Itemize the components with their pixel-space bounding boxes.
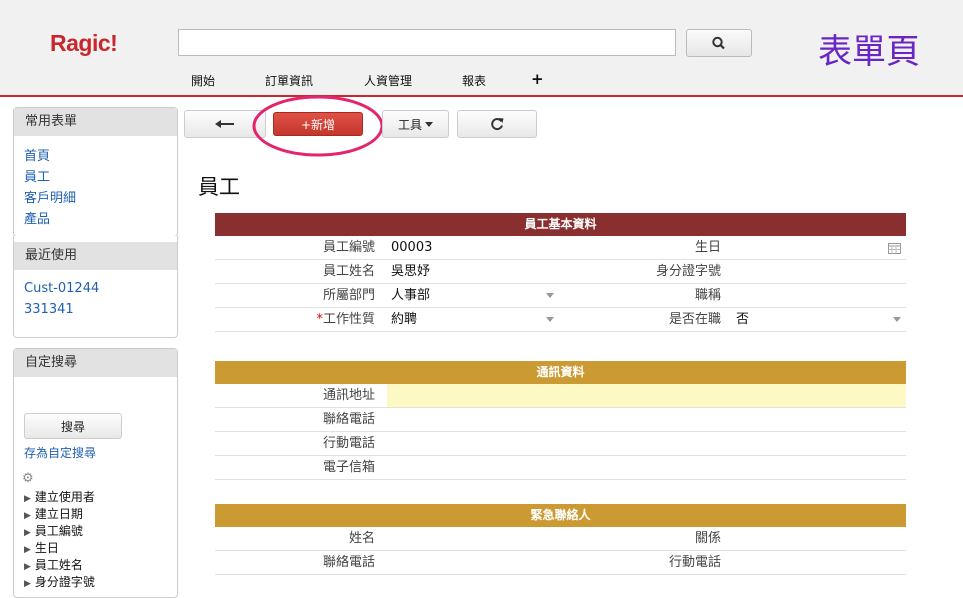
form-row: 電子信箱 (215, 456, 906, 480)
field-department-select[interactable]: 人事部 (391, 284, 561, 308)
nav-tab-orders[interactable]: 訂單資訊 (265, 72, 313, 89)
sidebar-search-button[interactable]: 搜尋 (24, 413, 122, 439)
field-emergency-mobile-input[interactable] (733, 551, 906, 574)
field-relationship-input[interactable] (733, 527, 906, 550)
recent-link-cust[interactable]: Cust-01244 (24, 281, 99, 296)
field-birthday[interactable] (733, 236, 906, 260)
recent-title: 最近使用 (14, 242, 177, 270)
field-label-relationship: 關係 (694, 531, 721, 546)
field-label-department: 所屬部門 (322, 288, 375, 303)
form-row: *工作性質 約聘 是否在職 否 (215, 308, 906, 332)
search-field-item[interactable]: ▶ 員工編號 (24, 522, 83, 539)
search-field-item[interactable]: ▶ 員工姓名 (24, 556, 83, 573)
form-row: 聯絡電話 (215, 408, 906, 432)
field-employed-select[interactable]: 否 (736, 308, 906, 332)
form-title: 員工 (198, 175, 240, 199)
nav-tab-start[interactable]: 開始 (191, 72, 215, 89)
field-label-employee-id: 員工編號 (322, 240, 375, 255)
field-emergency-name-input[interactable] (387, 527, 557, 550)
nav-add-tab-button[interactable]: + (531, 70, 544, 88)
field-label-birthday: 生日 (694, 240, 721, 255)
form-row: 員工編號 00003 生日 (215, 236, 906, 260)
search-field-item[interactable]: ▶ 生日 (24, 539, 59, 556)
field-employee-id[interactable]: 00003 (391, 236, 561, 260)
field-label-email: 電子信箱 (322, 460, 375, 475)
form-row: 所屬部門 人事部 職稱 (215, 284, 906, 308)
page-annotation-label: 表單頁 (818, 32, 920, 72)
search-button[interactable] (686, 29, 752, 57)
field-id-number[interactable] (733, 260, 906, 284)
chevron-down-icon[interactable] (546, 293, 554, 298)
chevron-down-icon[interactable] (893, 317, 901, 322)
section-header-emergency: 緊急聯絡人 (215, 504, 906, 527)
field-emergency-phone-input[interactable] (387, 551, 557, 574)
nav-tab-hr[interactable]: 人資管理 (364, 72, 412, 89)
sidebar-link-employee[interactable]: 員工 (24, 166, 50, 185)
triangle-right-icon: ▶ (24, 579, 31, 589)
field-job-title[interactable] (733, 284, 906, 308)
custom-search-title: 自定搜尋 (14, 349, 177, 377)
field-address-input[interactable] (387, 384, 906, 407)
caret-down-icon (425, 121, 433, 127)
highlight-ellipse (252, 95, 384, 157)
search-field-item[interactable]: ▶ 建立使用者 (24, 488, 95, 505)
search-field-item[interactable]: ▶ 建立日期 (24, 505, 83, 522)
field-label-employed: 是否在職 (668, 312, 721, 327)
triangle-right-icon: ▶ (24, 528, 31, 538)
ragic-logo[interactable]: Ragic! (50, 30, 118, 57)
field-employee-name[interactable]: 吳思妤 (391, 260, 561, 284)
nav-tab-reports[interactable]: 報表 (462, 72, 486, 89)
triangle-right-icon: ▶ (24, 511, 31, 521)
triangle-right-icon: ▶ (24, 494, 31, 504)
field-work-type-select[interactable]: 約聘 (391, 308, 561, 332)
field-mobile-input[interactable] (387, 432, 906, 455)
search-field-item[interactable]: ▶ 身分證字號 (24, 573, 95, 590)
refresh-button[interactable] (457, 110, 537, 138)
field-label-employee-name: 員工姓名 (322, 264, 375, 279)
field-label-job-title: 職稱 (694, 288, 721, 303)
triangle-right-icon: ▶ (24, 562, 31, 572)
refresh-icon (491, 118, 504, 130)
field-phone-input[interactable] (387, 408, 906, 431)
field-label-id-number: 身分證字號 (655, 264, 721, 279)
common-forms-title: 常用表單 (14, 108, 177, 136)
tools-label: 工具 (397, 117, 422, 132)
form-row: 通訊地址 (215, 384, 906, 408)
chevron-down-icon[interactable] (546, 317, 554, 322)
sidebar-link-products[interactable]: 產品 (24, 208, 50, 227)
gear-icon[interactable]: ⚙ (22, 471, 34, 486)
global-search-input[interactable] (178, 29, 676, 56)
tools-menu-button[interactable]: 工具 (382, 110, 449, 138)
section-header-basic: 員工基本資料 (215, 213, 906, 236)
save-custom-search-link[interactable]: 存為自定搜尋 (24, 444, 96, 461)
field-label-emergency-mobile: 行動電話 (668, 555, 721, 570)
sidebar-link-customers[interactable]: 客戶明細 (24, 187, 76, 206)
field-label-mobile: 行動電話 (322, 436, 375, 451)
form-row: 聯絡電話 行動電話 (215, 551, 906, 575)
form-row: 員工姓名 吳思妤 身分證字號 (215, 260, 906, 284)
field-label-work-type: *工作性質 (316, 312, 375, 327)
field-label-phone: 聯絡電話 (322, 412, 375, 427)
field-label-emergency-name: 姓名 (348, 531, 375, 546)
triangle-right-icon: ▶ (24, 545, 31, 555)
recent-link-record[interactable]: 331341 (24, 302, 74, 317)
section-header-contact: 通訊資料 (215, 361, 906, 384)
search-icon (712, 36, 725, 50)
arrow-left-icon (215, 120, 234, 128)
field-email-input[interactable] (387, 456, 906, 479)
calendar-icon[interactable] (888, 242, 901, 254)
form-row: 姓名 關係 (215, 527, 906, 551)
form-row: 行動電話 (215, 432, 906, 456)
field-label-address: 通訊地址 (322, 388, 375, 403)
sidebar-link-home[interactable]: 首頁 (24, 145, 50, 164)
field-label-emergency-phone: 聯絡電話 (322, 555, 375, 570)
